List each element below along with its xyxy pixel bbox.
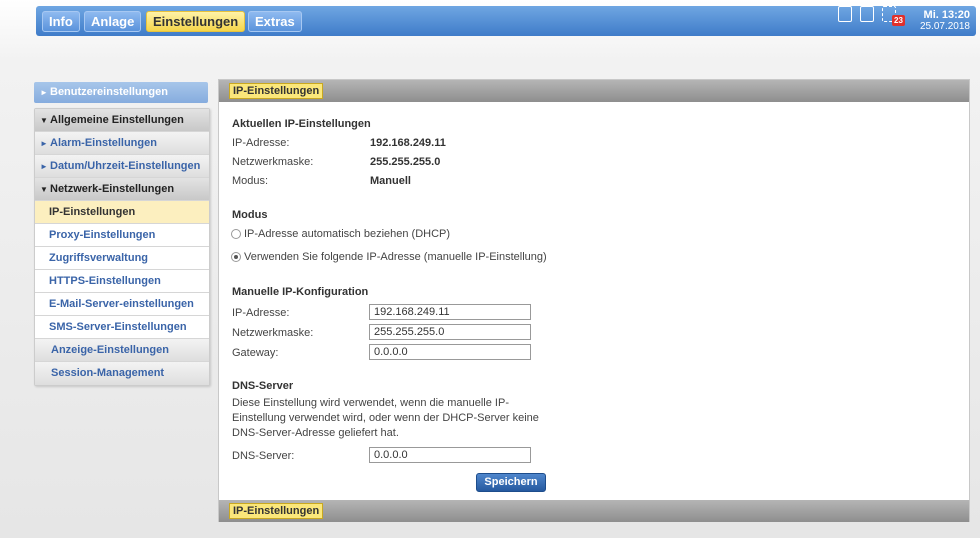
sidebar-item-label: Netzwerk-Einstellungen	[50, 183, 175, 195]
manual-ip-label: IP-Adresse:	[232, 307, 290, 319]
sidebar-item-benutzereinstellungen[interactable]: ► Benutzereinstellungen	[34, 82, 208, 103]
arrow-down-icon: ▼	[40, 185, 48, 194]
current-ip-value: 192.168.249.11	[370, 137, 446, 149]
sidebar-item-ip-einstellungen[interactable]: IP-Einstellungen	[35, 201, 209, 224]
clock-time: Mi. 13:20	[923, 9, 970, 21]
save-button[interactable]: Speichern	[476, 473, 546, 492]
netmask-input[interactable]	[369, 324, 531, 340]
radio-dhcp-button[interactable]	[231, 229, 241, 239]
current-mask-value: 255.255.255.0	[370, 156, 441, 168]
panel-footer-title: IP-Einstellungen	[229, 503, 324, 519]
tab-info[interactable]: Info	[42, 11, 80, 32]
radio-manual[interactable]: Verwenden Sie folgende IP-Adresse (manue…	[231, 251, 547, 263]
current-ip-label: IP-Adresse:	[232, 137, 290, 149]
notification-badge: 23	[892, 15, 905, 26]
clock: Mi. 13:20 25.07.2018	[920, 9, 970, 33]
sidebar-item-zugriffsverwaltung[interactable]: Zugriffsverwaltung	[35, 247, 209, 270]
sidebar-item-datum-uhrzeit[interactable]: ► Datum/Uhrzeit-Einstellungen	[35, 155, 209, 178]
panel-header: IP-Einstellungen	[219, 80, 969, 102]
save-icon[interactable]	[838, 6, 852, 22]
radio-manual-label: Verwenden Sie folgende IP-Adresse (manue…	[244, 251, 547, 263]
tab-extras[interactable]: Extras	[248, 11, 302, 32]
building-icon[interactable]	[860, 6, 874, 22]
dns-label: DNS-Server:	[232, 450, 295, 462]
current-mode-value: Manuell	[370, 175, 411, 187]
dns-server-input[interactable]	[369, 447, 531, 463]
current-mode-label: Modus:	[232, 175, 269, 187]
ip-address-input[interactable]	[369, 304, 531, 320]
arrow-right-icon: ►	[40, 162, 48, 171]
main-panel: IP-Einstellungen Aktuellen IP-Einstellun…	[218, 79, 970, 522]
sidebar-item-label: Datum/Uhrzeit-Einstellungen	[50, 160, 201, 172]
top-nav-bar: Info Anlage Einstellungen Extras 23 Mi. …	[36, 6, 976, 36]
gateway-input[interactable]	[369, 344, 531, 360]
manual-mask-label: Netzwerkmaske:	[232, 327, 314, 339]
tab-einstellungen[interactable]: Einstellungen	[146, 11, 246, 32]
sidebar-item-https[interactable]: HTTPS-Einstellungen	[35, 270, 209, 293]
panel-footer: IP-Einstellungen	[219, 500, 969, 522]
arrow-right-icon: ►	[40, 88, 48, 97]
dns-heading: DNS-Server	[232, 380, 294, 392]
sidebar-item-session[interactable]: Session-Management	[35, 362, 209, 385]
arrow-down-icon: ▼	[40, 116, 48, 125]
sidebar-item-label: Allgemeine Einstellungen	[50, 114, 184, 126]
sidebar-item-anzeige[interactable]: Anzeige-Einstellungen	[35, 339, 209, 362]
sidebar-item-email-server[interactable]: E-Mail-Server-einstellungen	[35, 293, 209, 316]
clock-date: 25.07.2018	[919, 21, 970, 32]
dns-description: Diese Einstellung wird verwendet, wenn d…	[232, 397, 539, 439]
current-mask-label: Netzwerkmaske:	[232, 156, 314, 168]
sidebar-item-proxy[interactable]: Proxy-Einstellungen	[35, 224, 209, 247]
gateway-label: Gateway:	[232, 347, 279, 359]
radio-dhcp[interactable]: IP-Adresse automatisch beziehen (DHCP)	[231, 228, 450, 240]
current-settings-heading: Aktuellen IP-Einstellungen	[232, 118, 371, 130]
radio-dhcp-label: IP-Adresse automatisch beziehen (DHCP)	[244, 228, 451, 240]
sidebar-panel: ▼ Allgemeine Einstellungen ► Alarm-Einstel…	[34, 108, 210, 386]
arrow-right-icon: ►	[40, 139, 48, 148]
sidebar-group-allgemeine-einstellungen[interactable]: ▼ Allgemeine Einstellungen	[35, 109, 209, 132]
sidebar-item-alarm[interactable]: ► Alarm-Einstellungen	[35, 132, 209, 155]
mode-heading: Modus	[232, 209, 268, 221]
sidebar-item-label: Alarm-Einstellungen	[50, 137, 157, 149]
sidebar-item-sms-server[interactable]: SMS-Server-Einstellungen	[35, 316, 209, 339]
manual-config-heading: Manuelle IP-Konfiguration	[232, 286, 369, 298]
radio-manual-button[interactable]	[231, 252, 241, 262]
sidebar-group-netzwerk[interactable]: ▼ Netzwerk-Einstellungen	[35, 178, 209, 201]
sidebar-item-label: Benutzereinstellungen	[50, 86, 168, 98]
panel-title: IP-Einstellungen	[229, 83, 324, 99]
tab-anlage[interactable]: Anlage	[84, 11, 142, 32]
